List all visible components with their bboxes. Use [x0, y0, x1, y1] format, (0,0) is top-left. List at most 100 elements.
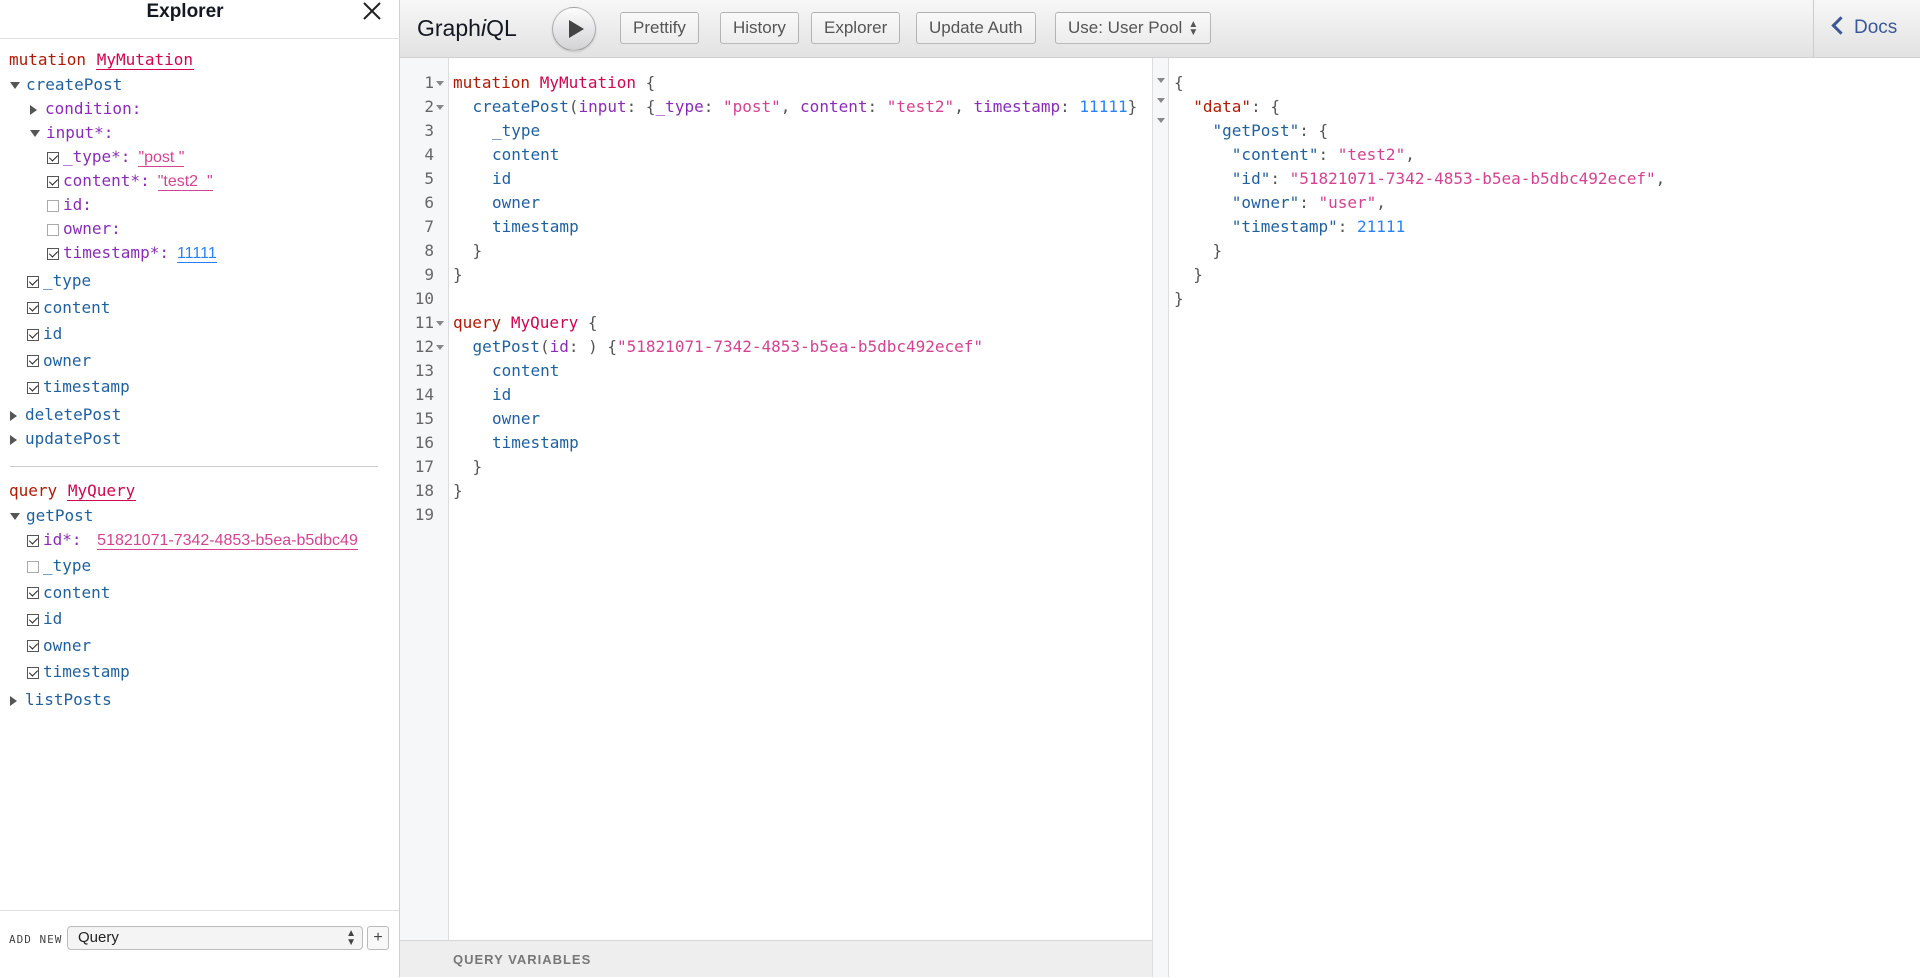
- explorer-selection-field[interactable]: _type: [27, 269, 91, 293]
- line-number: 18: [414, 481, 434, 500]
- code-line: timestamp: [453, 431, 579, 455]
- explorer-arg-condition[interactable]: condition:: [30, 97, 141, 121]
- mutation-name-input[interactable]: MyMutation: [95, 50, 195, 70]
- operation-divider: [10, 466, 378, 467]
- explorer-input-arg[interactable]: content*: "test2 ": [47, 169, 213, 193]
- prettify-button[interactable]: Prettify: [620, 12, 699, 44]
- auth-mode-select[interactable]: Use: User Pool ▲ ▼: [1055, 12, 1212, 44]
- checkbox-icon[interactable]: [47, 175, 59, 188]
- checkbox-icon[interactable]: [47, 247, 59, 260]
- explorer-selection-field[interactable]: id: [27, 607, 62, 631]
- line-number: 5: [424, 169, 434, 188]
- json-token: }: [1174, 289, 1184, 308]
- json-token: "content": [1231, 145, 1319, 164]
- checkbox-icon[interactable]: [27, 275, 39, 288]
- fold-icon[interactable]: [1157, 118, 1165, 123]
- explorer-field-listPosts[interactable]: listPosts: [10, 688, 112, 712]
- checkbox-icon[interactable]: [27, 328, 39, 341]
- fold-icon[interactable]: [436, 345, 444, 350]
- explorer-selection-field[interactable]: _type: [27, 554, 91, 578]
- code-line: }: [453, 239, 483, 263]
- caret-down-icon[interactable]: [30, 130, 40, 137]
- explorer-arg-id[interactable]: id*: 51821071-7342-4853-b5ea-b5dbc49: [27, 528, 358, 552]
- result-panel[interactable]: { "data": { "getPost": { "content": "tes…: [1152, 58, 1920, 977]
- explorer-selection-field[interactable]: timestamp: [27, 660, 130, 684]
- explorer-selection-field[interactable]: owner: [27, 349, 91, 373]
- caret-down-icon[interactable]: [10, 513, 20, 520]
- query-name-input[interactable]: MyQuery: [66, 481, 137, 501]
- checkbox-icon[interactable]: [27, 666, 39, 679]
- json-token: "timestamp": [1231, 217, 1338, 236]
- caret-right-icon[interactable]: [10, 410, 17, 421]
- id-arg-input[interactable]: 51821071-7342-4853-b5ea-b5dbc49: [97, 532, 358, 550]
- fold-icon[interactable]: [436, 81, 444, 86]
- checkbox-icon[interactable]: [27, 355, 39, 367]
- explorer-field-getPost[interactable]: getPost: [10, 504, 93, 528]
- explorer-input-arg[interactable]: timestamp*: 11111: [47, 241, 217, 265]
- code-token: }: [453, 265, 463, 284]
- selection-field-label: timestamp: [43, 377, 130, 396]
- input-arg-label: _type*:: [63, 147, 131, 166]
- explorer-input-arg[interactable]: owner:: [47, 217, 121, 241]
- caret-right-icon[interactable]: [30, 104, 37, 115]
- explorer-selection-field[interactable]: content: [27, 581, 110, 605]
- code-token: id: [492, 169, 512, 188]
- explorer-field-createPost[interactable]: createPost: [10, 73, 122, 97]
- line-number: 4: [424, 145, 434, 164]
- checkbox-icon[interactable]: [27, 587, 39, 599]
- fold-icon[interactable]: [436, 105, 444, 110]
- add-operation-button[interactable]: +: [367, 926, 389, 950]
- checkbox-icon[interactable]: [27, 302, 39, 314]
- explorer-button[interactable]: Explorer: [811, 12, 901, 44]
- query-variables-label: QUERY VARIABLES: [453, 952, 592, 967]
- run-button[interactable]: [552, 7, 596, 51]
- explorer-field-updatePost[interactable]: updatePost: [10, 427, 121, 451]
- checkbox-icon[interactable]: [27, 613, 39, 626]
- history-button[interactable]: History: [720, 12, 799, 44]
- explorer-input-arg[interactable]: id:: [47, 193, 92, 217]
- fold-icon[interactable]: [1157, 78, 1165, 83]
- checkbox-icon[interactable]: [27, 560, 39, 573]
- explorer-input-arg[interactable]: _type*: "post ": [47, 145, 185, 169]
- explorer-selection-field[interactable]: id: [27, 322, 62, 346]
- checkbox-icon[interactable]: [47, 199, 59, 212]
- play-icon: [569, 20, 584, 38]
- code-token: "post": [722, 97, 781, 116]
- line-number: 11: [414, 313, 434, 332]
- caret-down-icon[interactable]: [10, 82, 20, 89]
- fold-icon[interactable]: [436, 321, 444, 326]
- explorer-selection-field[interactable]: owner: [27, 634, 91, 658]
- code-token: timestamp: [492, 433, 579, 452]
- input-arg-value[interactable]: 11111: [176, 245, 217, 263]
- explorer-selection-field[interactable]: timestamp: [27, 375, 130, 399]
- explorer-selection-field[interactable]: content: [27, 296, 110, 320]
- caret-right-icon[interactable]: [10, 695, 17, 706]
- explorer-field-deletePost[interactable]: deletePost: [10, 403, 121, 427]
- line-number: 3: [424, 121, 434, 140]
- checkbox-icon[interactable]: [47, 223, 59, 236]
- code-token: }: [472, 457, 483, 476]
- add-new-label: ADD NEW: [9, 933, 63, 946]
- code-token: _type: [655, 97, 704, 116]
- result-line: }: [1174, 265, 1203, 284]
- input-arg-value[interactable]: "test2 ": [157, 173, 213, 191]
- explorer-title: Explorer: [146, 1, 224, 22]
- checkbox-icon[interactable]: [47, 151, 59, 164]
- checkbox-icon[interactable]: [27, 640, 39, 652]
- result-gutter: [1153, 58, 1169, 977]
- fold-icon[interactable]: [1157, 98, 1165, 103]
- query-variables-bar[interactable]: QUERY VARIABLES: [400, 940, 1152, 977]
- checkbox-icon[interactable]: [27, 534, 39, 547]
- query-editor[interactable]: 1 2 3 4 5 6 7 8 9 10 11 12 13 14 15 16 17 18 19 mutation M…: [400, 58, 1152, 940]
- docs-button[interactable]: Docs: [1813, 0, 1920, 57]
- code-line: }: [453, 455, 483, 479]
- json-token: {: [1174, 73, 1184, 92]
- checkbox-icon[interactable]: [27, 381, 39, 394]
- operation-type-select[interactable]: Query ▲ ▼: [67, 926, 363, 950]
- input-arg-value[interactable]: "post ": [138, 149, 185, 167]
- caret-right-icon[interactable]: [10, 434, 17, 445]
- explorer-arg-input[interactable]: input*:: [30, 121, 113, 145]
- selection-field-label: _type: [43, 556, 92, 575]
- update-auth-button[interactable]: Update Auth: [916, 12, 1036, 44]
- close-icon[interactable]: [359, 0, 385, 26]
